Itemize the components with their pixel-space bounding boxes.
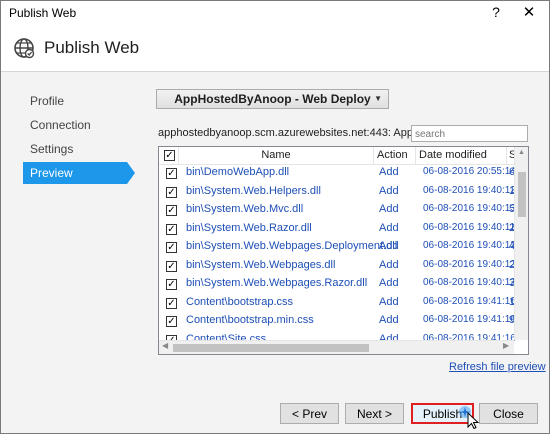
row-checkbox[interactable]: ✓ xyxy=(166,297,177,309)
help-button[interactable]: ? xyxy=(487,4,505,20)
profile-dropdown-value: AppHostedByAnoop - Web Deploy xyxy=(174,92,371,106)
file-action: Add xyxy=(379,166,399,178)
nav-item-profile[interactable]: Profile xyxy=(23,90,127,112)
file-action: Add xyxy=(379,203,399,215)
column-header-name[interactable]: Name xyxy=(179,147,374,164)
table-row[interactable]: ✓ bin\System.Web.Webpages.dll Add 06-08-… xyxy=(159,257,516,276)
file-name: Content\bootstrap.min.css xyxy=(186,314,314,326)
file-action: Add xyxy=(379,314,399,326)
file-name: bin\DemoWebApp.dll xyxy=(186,166,290,178)
horizontal-scrollbar[interactable]: ◀ ▶ xyxy=(159,340,514,354)
mouse-cursor-icon xyxy=(459,406,480,429)
table-row[interactable]: ✓ bin\System.Web.Mvc.dll Add 06-08-2016 … xyxy=(159,201,516,220)
file-name: bin\System.Web.Webpages.dll xyxy=(186,258,336,271)
nav-item-settings[interactable]: Settings xyxy=(23,138,127,160)
dialog-header: Publish Web xyxy=(1,25,549,72)
scroll-right-icon[interactable]: ▶ xyxy=(503,341,509,350)
row-checkbox[interactable]: ✓ xyxy=(166,186,177,198)
file-date: 06-08-2016 19:40:11 xyxy=(423,221,516,233)
nav-item-connection[interactable]: Connection xyxy=(23,114,127,136)
table-row[interactable]: ✓ bin\System.Web.Helpers.dll Add 06-08-2… xyxy=(159,183,516,202)
file-action: Add xyxy=(379,277,399,289)
file-date: 06-08-2016 19:41:16 xyxy=(423,314,516,325)
search-box[interactable] xyxy=(411,125,528,142)
row-checkbox[interactable]: ✓ xyxy=(166,260,177,272)
row-checkbox[interactable]: ✓ xyxy=(166,279,177,290)
file-name: bin\System.Web.Razor.dll xyxy=(186,221,312,234)
globe-icon xyxy=(14,38,35,59)
close-window-button[interactable]: ✕ xyxy=(519,3,539,21)
file-date: 06-08-2016 19:40:13 xyxy=(423,203,516,214)
publish-web-dialog: Publish Web ? ✕ Publish Web Profile Conn… xyxy=(0,0,550,434)
scroll-left-icon[interactable]: ◀ xyxy=(162,341,168,350)
table-row[interactable]: ✓ bin\System.Web.Webpages.Deployment.dll… xyxy=(159,238,516,257)
row-checkbox[interactable]: ✓ xyxy=(166,223,177,235)
row-checkbox[interactable]: ✓ xyxy=(166,168,177,179)
file-date: 06-08-2016 19:40:12 xyxy=(423,184,516,196)
table-row[interactable]: ✓ Content\bootstrap.css Add 06-08-2016 1… xyxy=(159,294,516,313)
file-date: 06-08-2016 19:40:12 xyxy=(423,240,516,251)
refresh-file-preview-link[interactable]: Refresh file preview xyxy=(449,361,546,373)
chevron-down-icon: ▼ xyxy=(374,94,382,103)
search-input[interactable] xyxy=(412,127,528,142)
select-all-column: ✓ xyxy=(159,147,179,164)
file-date: 06-08-2016 20:55:14 xyxy=(423,166,516,177)
table-row[interactable]: ✓ bin\DemoWebApp.dll Add 06-08-2016 20:5… xyxy=(159,164,516,183)
horizontal-scroll-thumb[interactable] xyxy=(173,344,369,352)
file-date: 06-08-2016 19:40:12 xyxy=(423,277,516,288)
file-action: Add xyxy=(379,240,399,252)
vertical-scroll-thumb[interactable] xyxy=(518,172,526,217)
file-name: bin\System.Web.Helpers.dll xyxy=(186,184,321,197)
table-row[interactable]: ✓ bin\System.Web.Razor.dll Add 06-08-201… xyxy=(159,220,516,239)
nav-item-preview[interactable]: Preview xyxy=(23,162,127,184)
row-checkbox[interactable]: ✓ xyxy=(166,316,177,327)
file-action: Add xyxy=(379,221,399,234)
page-title: Publish Web xyxy=(44,38,140,57)
file-action: Add xyxy=(379,295,399,308)
vertical-scrollbar[interactable]: ▲ xyxy=(514,147,528,340)
file-action: Add xyxy=(379,184,399,197)
site-url-label: apphostedbyanoop.scm.azurewebsites.net:4… xyxy=(158,127,437,139)
file-name: bin\System.Web.Webpages.Razor.dll xyxy=(186,277,368,289)
file-name: bin\System.Web.Webpages.Deployment.dll xyxy=(186,240,398,252)
grid-header: ✓ Name Action Date modified S xyxy=(159,147,516,165)
column-header-action[interactable]: Action xyxy=(374,147,416,164)
title-bar: Publish Web ? ✕ xyxy=(1,1,549,25)
profile-dropdown[interactable]: AppHostedByAnoop - Web Deploy ▼ xyxy=(156,89,389,109)
table-row[interactable]: ✓ Content\bootstrap.min.css Add 06-08-20… xyxy=(159,312,516,331)
window-title: Publish Web xyxy=(9,6,77,20)
file-date: 06-08-2016 19:41:16 xyxy=(423,295,516,307)
select-all-checkbox[interactable]: ✓ xyxy=(164,150,175,161)
file-preview-grid: ✓ Name Action Date modified S ✓ bin\Demo… xyxy=(158,146,529,355)
row-checkbox[interactable]: ✓ xyxy=(166,205,177,216)
column-header-date-modified[interactable]: Date modified xyxy=(416,147,507,164)
file-name: bin\System.Web.Mvc.dll xyxy=(186,203,304,215)
nav-active-indicator xyxy=(127,162,135,184)
file-date: 06-08-2016 19:40:12 xyxy=(423,258,516,270)
file-name: Content\bootstrap.css xyxy=(186,295,294,308)
row-checkbox[interactable]: ✓ xyxy=(166,242,177,253)
table-row[interactable]: ✓ bin\System.Web.Webpages.Razor.dll Add … xyxy=(159,275,516,294)
prev-button[interactable]: < Prev xyxy=(280,403,339,424)
close-button[interactable]: Close xyxy=(479,403,538,424)
file-action: Add xyxy=(379,258,399,271)
scroll-up-icon[interactable]: ▲ xyxy=(518,149,525,156)
next-button[interactable]: Next > xyxy=(345,403,404,424)
